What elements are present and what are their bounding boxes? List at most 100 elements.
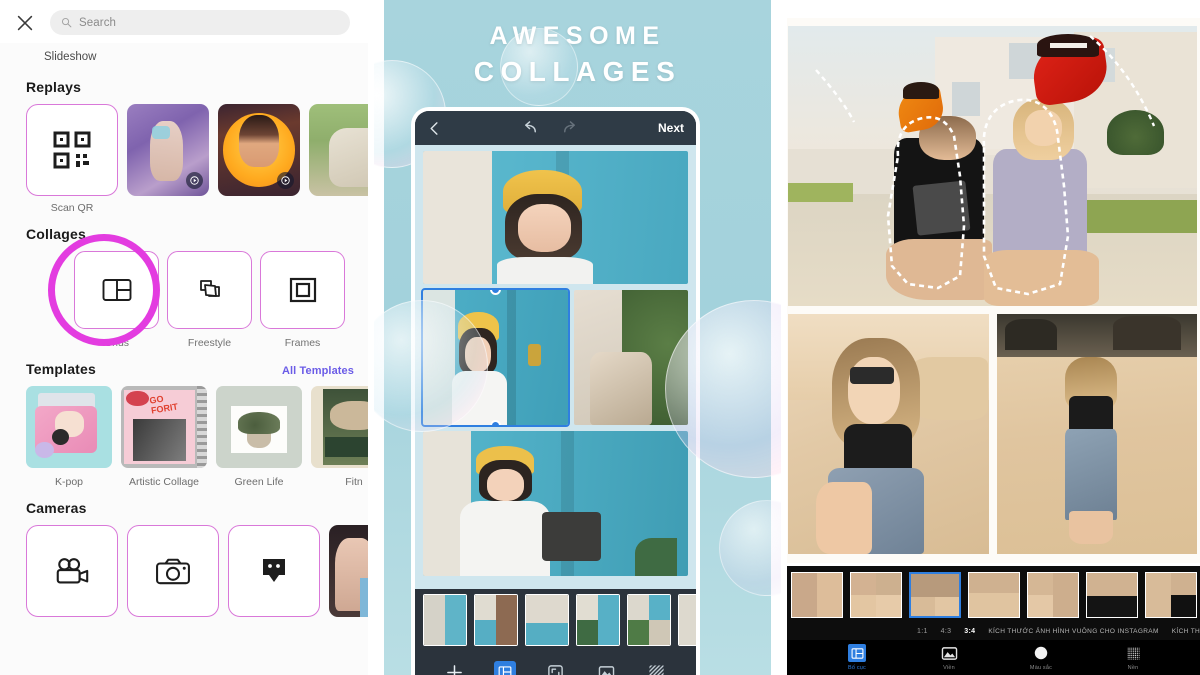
collage-cell-selected[interactable] xyxy=(420,288,571,427)
phone-toolbar: Next xyxy=(415,111,696,145)
scan-qr-tile[interactable] xyxy=(26,104,118,196)
pattern-button[interactable] xyxy=(646,661,668,675)
collage-label-freestyle: Freestyle xyxy=(187,337,232,349)
collage-cell[interactable] xyxy=(423,151,688,284)
search-input[interactable]: Search xyxy=(50,10,350,35)
layout-thumb[interactable] xyxy=(525,594,569,646)
replay-thumb[interactable] xyxy=(309,104,370,196)
template-label: Green Life xyxy=(234,476,284,488)
resize-handle[interactable] xyxy=(489,290,501,295)
background-image-button[interactable] xyxy=(595,661,617,675)
editor-ratio-bar[interactable]: 1:1 4:3 3:4 KÍCH THƯỚC ẢNH HÌNH VUÔNG CH… xyxy=(787,622,1200,640)
panel-divider xyxy=(368,0,374,675)
editor-layout-thumb-selected[interactable] xyxy=(909,571,961,618)
editor-nav-background[interactable]: Nền xyxy=(1110,644,1156,671)
layout-thumb[interactable] xyxy=(627,594,671,646)
editor-nav-label: Bố cục xyxy=(847,665,866,671)
slideshow-label-row[interactable]: Slideshow xyxy=(0,43,368,67)
template-label: K-pop xyxy=(54,476,84,488)
slideshow-label: Slideshow xyxy=(44,51,97,63)
phone-bottom-nav xyxy=(415,651,696,675)
layout-thumb[interactable] xyxy=(576,594,620,646)
collage-option-grids[interactable] xyxy=(74,251,159,329)
layout-thumb[interactable] xyxy=(423,594,467,646)
replay-thumb[interactable] xyxy=(218,104,300,196)
template-card[interactable]: K-pop xyxy=(26,386,112,488)
layout-thumb[interactable] xyxy=(678,594,696,646)
editor-layout-thumb[interactable] xyxy=(850,571,902,618)
editor-layout-thumb[interactable] xyxy=(1027,571,1079,618)
replay-thumb[interactable] xyxy=(127,104,209,196)
templates-row: K-pop GO FORIT Artistic Collage Green Li… xyxy=(0,386,370,488)
plus-icon xyxy=(446,664,462,675)
replays-row: Scan QR xyxy=(0,104,370,214)
image-icon xyxy=(940,644,958,662)
all-templates-link[interactable]: All Templates xyxy=(282,365,354,377)
color-circle-icon xyxy=(1032,644,1050,662)
promo-title: AWESOME COLLAGES xyxy=(370,22,785,88)
editor-layout-thumb[interactable] xyxy=(1145,571,1197,618)
editor-nav-color[interactable]: Màu sắc xyxy=(1018,644,1064,671)
editor-photo-right[interactable] xyxy=(996,314,1197,554)
editor-nav-label: Viền xyxy=(943,665,955,671)
camera-video-tile[interactable] xyxy=(26,525,118,617)
resize-handle[interactable] xyxy=(489,420,501,425)
collage-label-frames: Frames xyxy=(284,337,321,349)
frame-square-icon xyxy=(289,277,316,303)
video-camera-icon xyxy=(56,558,89,584)
pattern-icon xyxy=(649,664,664,675)
collage-cell[interactable] xyxy=(423,431,688,576)
editor-layout-strip[interactable] xyxy=(787,566,1200,623)
editor-photo-left[interactable] xyxy=(788,314,989,554)
collage-canvas xyxy=(415,145,696,589)
camera-preview-thumb[interactable] xyxy=(329,525,370,617)
template-card[interactable]: Green Life xyxy=(216,386,302,488)
qr-code-icon xyxy=(53,131,91,169)
editor-photo-main[interactable] xyxy=(788,26,1197,306)
editor-layout-thumb[interactable] xyxy=(968,571,1020,618)
editor-photo-row xyxy=(788,314,1197,554)
camera-photo-tile[interactable] xyxy=(127,525,219,617)
scan-qr-caption: Scan QR xyxy=(50,202,94,214)
collage-option-freestyle[interactable] xyxy=(167,251,252,329)
ratio-4-3[interactable]: 4:3 xyxy=(941,628,952,635)
editor-nav-border[interactable]: Viền xyxy=(926,644,972,671)
ratio-note-truncated[interactable]: KÍCH THƯ xyxy=(1172,628,1200,635)
add-photo-button[interactable] xyxy=(443,661,465,675)
collage-option-frames[interactable] xyxy=(260,251,345,329)
editor-layout-thumb[interactable] xyxy=(791,571,843,618)
search-placeholder: Search xyxy=(79,16,117,29)
template-card[interactable]: Fitn xyxy=(311,386,370,488)
section-header-templates: Templates All Templates xyxy=(0,349,368,386)
screenshot-root: Search Slideshow Replays Scan QR Collage… xyxy=(0,0,1200,675)
phone-mockup: Next xyxy=(411,107,700,675)
collage-row xyxy=(420,288,688,427)
layout-thumb[interactable] xyxy=(474,594,518,646)
grid-layout-icon xyxy=(102,279,131,301)
collage-label-grids: Grids xyxy=(103,337,130,349)
grid-layout-icon xyxy=(498,666,512,675)
panel-divider xyxy=(781,0,787,675)
ratio-note-instagram[interactable]: KÍCH THƯỚC ẢNH HÌNH VUÔNG CHO INSTAGRAM xyxy=(988,628,1158,635)
ratio-button[interactable] xyxy=(544,661,566,675)
next-button[interactable]: Next xyxy=(658,121,684,135)
collage-cell[interactable] xyxy=(574,290,688,425)
close-icon[interactable] xyxy=(14,12,36,34)
ratio-icon xyxy=(548,664,563,675)
layout-button[interactable] xyxy=(493,661,516,675)
undo-icon[interactable] xyxy=(521,120,540,136)
ratio-3-4[interactable]: 3:4 xyxy=(964,628,975,635)
camera-photobooth-tile[interactable] xyxy=(228,525,320,617)
editor-layout-thumb[interactable] xyxy=(1086,571,1138,618)
ratio-1-1[interactable]: 1:1 xyxy=(917,628,928,635)
section-title-replays: Replays xyxy=(26,79,82,95)
editor-nav-layout[interactable]: Bố cục xyxy=(834,644,880,671)
redo-icon[interactable] xyxy=(560,120,579,136)
chevron-left-icon[interactable] xyxy=(427,121,442,136)
panel-app-home: Search Slideshow Replays Scan QR Collage… xyxy=(0,0,370,675)
play-icon xyxy=(277,172,294,189)
template-label: Artistic Collage xyxy=(128,476,200,488)
template-card[interactable]: GO FORIT Artistic Collage xyxy=(121,386,207,488)
search-icon xyxy=(61,17,72,28)
layout-thumbnail-strip[interactable] xyxy=(415,589,696,651)
